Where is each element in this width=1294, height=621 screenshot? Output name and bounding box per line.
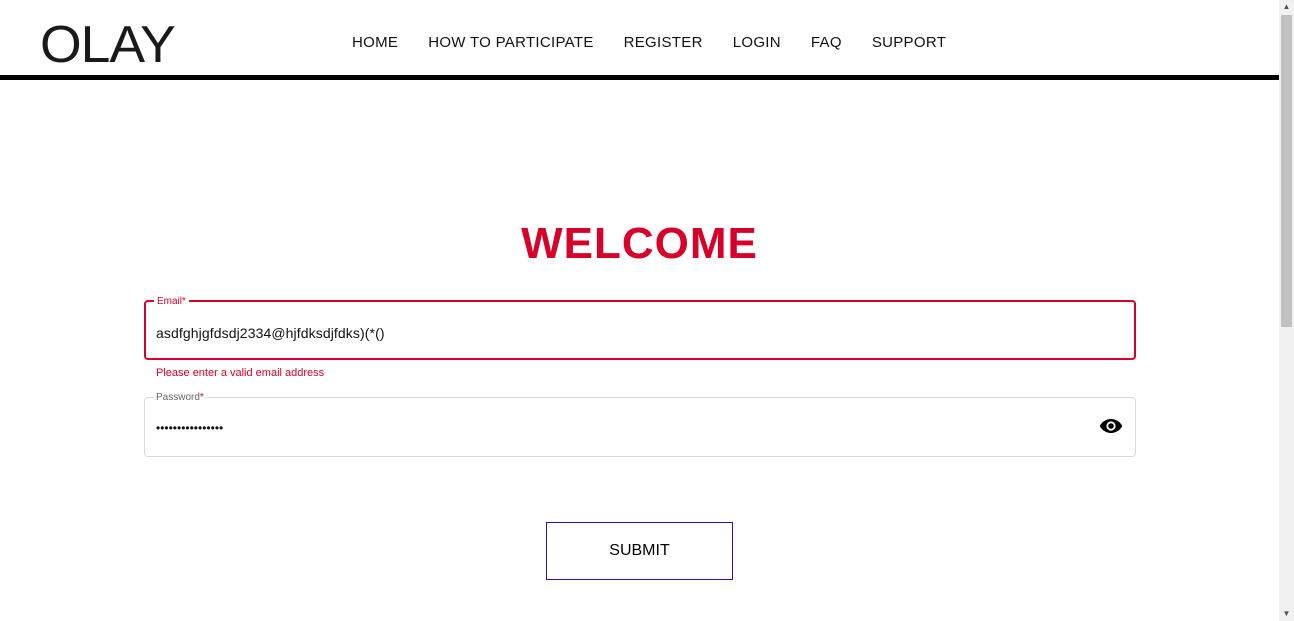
page-title: WELCOME bbox=[521, 219, 758, 268]
email-field[interactable]: Email* asdfghjgfdsdj2334@hjfdksdjfdks)(*… bbox=[144, 295, 1136, 360]
nav-faq[interactable]: FAQ bbox=[811, 33, 842, 53]
password-label: Password* bbox=[153, 391, 207, 405]
nav-home[interactable]: HOME bbox=[352, 33, 398, 53]
nav-register[interactable]: REGISTER bbox=[624, 33, 703, 53]
nav-how-to-participate[interactable]: HOW TO PARTICIPATE bbox=[428, 33, 593, 53]
header-divider bbox=[0, 75, 1279, 80]
email-error-message: Please enter a valid email address bbox=[156, 367, 325, 379]
olay-logo[interactable]: OLAY bbox=[40, 18, 176, 72]
nav-support[interactable]: SUPPORT bbox=[872, 33, 946, 53]
vertical-scrollbar[interactable]: ▲ ▼ bbox=[1279, 0, 1294, 621]
password-input[interactable]: •••••••••••••••• bbox=[156, 421, 223, 435]
nav-login[interactable]: LOGIN bbox=[733, 33, 781, 53]
site-header: OLAY HOME HOW TO PARTICIPATE REGISTER LO… bbox=[0, 0, 1279, 75]
page: OLAY HOME HOW TO PARTICIPATE REGISTER LO… bbox=[0, 0, 1294, 621]
required-marker: * bbox=[199, 392, 204, 403]
scroll-down-arrow-icon[interactable]: ▼ bbox=[1279, 607, 1294, 621]
required-marker: * bbox=[182, 296, 186, 307]
eye-icon-svg bbox=[1099, 419, 1123, 433]
scrollbar-thumb[interactable] bbox=[1281, 15, 1292, 327]
password-field[interactable]: Password* •••••••••••••••• bbox=[144, 391, 1136, 457]
submit-button[interactable]: SUBMIT bbox=[546, 522, 733, 580]
scroll-up-arrow-icon[interactable]: ▲ bbox=[1279, 0, 1294, 14]
email-label: Email* bbox=[154, 295, 189, 309]
email-input[interactable]: asdfghjgfdsdj2334@hjfdksdjfdks)(*() bbox=[156, 325, 385, 341]
eye-icon[interactable] bbox=[1099, 418, 1123, 434]
main-nav: HOME HOW TO PARTICIPATE REGISTER LOGIN F… bbox=[352, 33, 976, 53]
